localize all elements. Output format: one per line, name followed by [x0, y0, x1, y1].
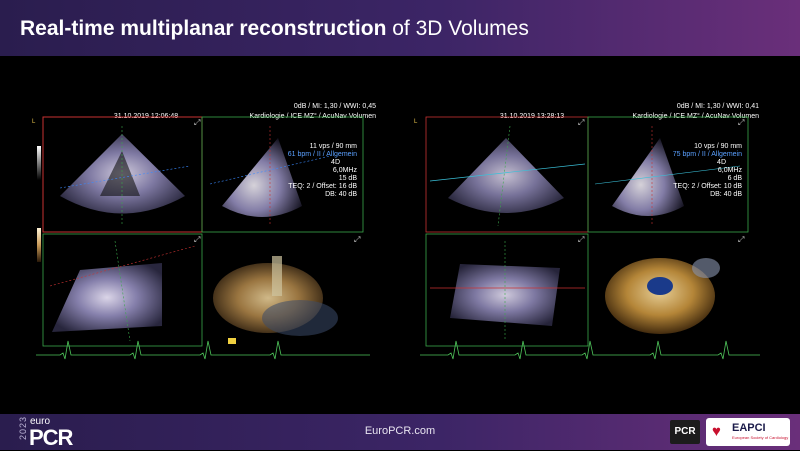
expand-icon[interactable]: ⤢ [193, 235, 200, 244]
expand-icon[interactable]: ⤢ [577, 118, 584, 127]
left-grayscale-bar [37, 146, 41, 180]
right-param-7: DB: 40 dB [710, 191, 742, 198]
left-param-1: 11 vps / 90 mm [310, 143, 358, 150]
left-param-7: DB: 40 dB [325, 191, 357, 198]
left-slab-image [52, 263, 162, 332]
slide-title-bold: Real-time multiplanar reconstruction [20, 17, 387, 40]
left-panel: 0dB / MI: 1,30 / WWI: 0,45 31.10.2019 12… [32, 103, 376, 360]
pcr-badge: PCR [670, 420, 700, 444]
right-ecg-trace [420, 340, 760, 360]
right-param-6: TEQ: 2 / Offset: 10 dB [673, 183, 742, 190]
eapci-badge: ♥ EAPCI European Society of Cardiology [706, 418, 790, 446]
slide-title: Real-time multiplanar reconstruction of … [20, 17, 529, 41]
left-ecg-trace [36, 340, 370, 360]
right-panel: 0dB / MI: 1,30 / WWI: 0,41 31.10.2019 13… [414, 103, 760, 360]
eapci-sub: European Society of Cardiology [732, 435, 789, 440]
title-bar: Real-time multiplanar reconstruction of … [0, 0, 800, 56]
ultrasound-viewer: 0dB / MI: 1,30 / WWI: 0,45 31.10.2019 12… [32, 103, 760, 360]
eapci-label: EAPCI [732, 422, 766, 434]
right-param-5: 6 dB [728, 175, 743, 182]
yellow-marker-icon [228, 338, 236, 344]
expand-icon[interactable]: ⤢ [737, 118, 744, 127]
left-param-2: 61 bpm / II / Allgemein [288, 151, 357, 158]
right-3d-edge [692, 258, 720, 278]
expand-icon[interactable]: ⤢ [577, 235, 584, 244]
right-3d-hole [647, 277, 673, 295]
right-orientation-marker: L [414, 119, 418, 125]
right-datetime: 31.10.2019 13:28:13 [500, 113, 564, 120]
left-param-5: 15 dB [339, 175, 358, 182]
expand-icon[interactable]: ⤢ [193, 118, 200, 127]
expand-icon[interactable]: ⤢ [737, 235, 744, 244]
right-header-line1: 0dB / MI: 1,30 / WWI: 0,41 [677, 103, 759, 110]
left-orientation-marker: L [32, 119, 36, 125]
footer-bar: 2023 euro PCR EuroPCR.com PCR ♥ EAPCI Eu… [0, 414, 800, 450]
right-param-3: 4D [717, 159, 726, 166]
left-param-6: TEQ: 2 / Offset: 16 dB [288, 183, 357, 190]
left-3d-spike [272, 256, 282, 296]
left-header-line2: Kardiologie / ICE MZ° / AcuNav Volumen [249, 112, 376, 120]
slide-title-rest: of 3D Volumes [386, 17, 529, 40]
left-3d-render-shadow [262, 300, 338, 336]
right-param-2: 75 bpm / II / Allgemein [673, 151, 742, 158]
heart-icon: ♥ [712, 423, 721, 440]
left-header-line1: 0dB / MI: 1,30 / WWI: 0,45 [294, 103, 376, 110]
right-sector-image-1 [448, 138, 564, 213]
right-sector-image-2 [612, 138, 684, 216]
expand-icon[interactable]: ⤢ [353, 235, 360, 244]
left-param-3: 4D [331, 159, 340, 166]
right-param-4: 6,0MHz [718, 167, 743, 174]
left-param-4: 6,0MHz [333, 167, 358, 174]
right-param-1: 10 vps / 90 mm [694, 143, 742, 150]
left-sector-image-2 [222, 138, 302, 217]
left-colorscale-bar [37, 228, 41, 262]
